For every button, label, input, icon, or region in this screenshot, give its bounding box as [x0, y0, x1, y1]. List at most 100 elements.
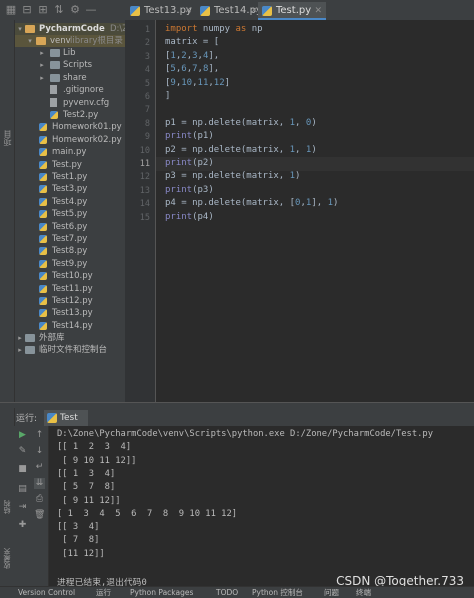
chevron-right-icon[interactable]: ▸ [38, 47, 46, 59]
structure-side-label[interactable]: 结构 [2, 500, 12, 514]
console-line: [ 9 10 11 12]] [57, 455, 137, 466]
tree-root[interactable]: ▾ PycharmCode D:\Zone [14, 23, 125, 35]
status-version-control[interactable]: Version Control [18, 587, 75, 598]
file-icon [50, 85, 57, 95]
tree-item[interactable]: Test11.py [14, 283, 125, 295]
tree-item[interactable]: Test10.py [14, 270, 125, 282]
code-line-10[interactable]: p2 = np.delete(matrix, 1, 1) [165, 145, 317, 155]
tree-scratches[interactable]: ▸ 临时文件和控制台 [14, 344, 125, 356]
tree-item[interactable]: Test6.py [14, 221, 125, 233]
chevron-down-icon[interactable]: ▾ [26, 35, 34, 47]
library-icon [25, 334, 35, 342]
status-problems[interactable]: 问题 [324, 587, 339, 598]
code-line-8[interactable]: p1 = np.delete(matrix, 1, 0) [165, 118, 317, 128]
arrow-down-icon[interactable]: ↓ [34, 446, 45, 457]
close-icon[interactable]: ✕ [250, 2, 258, 20]
status-terminal[interactable]: 终端 [356, 587, 371, 598]
root-path: D:\Zone [110, 24, 125, 34]
layout-icon[interactable]: ▤ [17, 484, 28, 495]
project-side-bar[interactable]: 项目 [0, 20, 15, 402]
code-line-6[interactable]: ] [165, 91, 170, 101]
python-file-icon [50, 111, 58, 119]
login-icon[interactable]: ⇥ [17, 502, 28, 513]
settings-gear-icon[interactable]: ⚙ [68, 3, 82, 17]
status-python-console[interactable]: Python 控制台 [252, 587, 303, 598]
rerun-icon[interactable]: ▶ [17, 430, 28, 441]
tree-item[interactable]: Test7.py [14, 233, 125, 245]
tree-item[interactable]: pyvenv.cfg [14, 97, 125, 109]
print-icon[interactable]: ⎙ [34, 494, 45, 505]
tree-item[interactable]: Homework02.py [14, 134, 125, 146]
close-icon[interactable]: ✕ [314, 2, 322, 20]
code-line-13[interactable]: print(p3) [165, 185, 214, 195]
tree-item-label: share [63, 72, 87, 83]
hide-panel-icon[interactable]: — [84, 3, 98, 17]
tree-item[interactable]: .gitignore [14, 84, 125, 96]
code-line-5[interactable]: [9,10,11,12] [165, 78, 230, 88]
tab-label: Test.py [276, 5, 312, 16]
line-number: 9 [144, 132, 150, 143]
scroll-to-end-icon[interactable]: ⇊ [34, 478, 45, 489]
chevron-right-icon[interactable]: ▸ [38, 72, 46, 84]
code-line-9[interactable]: print(p1) [165, 131, 214, 141]
expand-all-icon[interactable]: ⊞ [36, 3, 50, 17]
run-console[interactable]: D:\Zone\PycharmCode\venv\Scripts\python.… [49, 426, 474, 588]
arrow-up-icon[interactable]: ↑ [34, 430, 45, 441]
wrench-icon[interactable]: ✎ [17, 446, 28, 457]
project-side-label: 项目 [3, 130, 12, 146]
tree-item[interactable]: Test9.py [14, 258, 125, 270]
close-icon[interactable]: ✕ [184, 2, 192, 20]
tree-item[interactable]: Test1.py [14, 171, 125, 183]
tree-item[interactable]: Homework01.py [14, 121, 125, 133]
code-line-12[interactable]: p3 = np.delete(matrix, 1) [165, 171, 300, 181]
chevron-right-icon[interactable]: ▸ [16, 332, 24, 344]
tree-item[interactable]: Test4.py [14, 196, 125, 208]
tab-test14[interactable]: Test14.py ✕ [196, 2, 262, 20]
bookmarks-side-label[interactable]: 收藏夹 [2, 548, 12, 569]
tree-external-libs[interactable]: ▸ 外部库 [14, 332, 125, 344]
tree-item[interactable]: Test14.py [14, 320, 125, 332]
python-file-icon [39, 210, 47, 219]
code-editor[interactable]: import numpy as np matrix = [ [1,2,3,4],… [156, 20, 474, 402]
status-python-packages[interactable]: Python Packages [130, 587, 193, 598]
left-tool-strip: 结构 收藏夹 [0, 408, 15, 586]
line-number: 10 [139, 145, 150, 156]
code-line-2[interactable]: matrix = [ [165, 37, 219, 47]
code-line-1[interactable]: import numpy as np [165, 24, 263, 34]
code-line-11[interactable]: print(p2) [165, 158, 214, 168]
pin-icon[interactable]: ✚ [17, 520, 28, 531]
tree-item[interactable]: ▸ Scripts [14, 59, 125, 71]
line-number: 11 [139, 159, 150, 169]
scratches-label: 临时文件和控制台 [39, 345, 108, 355]
tree-item[interactable]: ▸ Lib [14, 47, 125, 59]
python-file-icon [39, 247, 47, 256]
sort-icon[interactable]: ⇅ [52, 3, 66, 17]
tree-item[interactable]: Test5.py [14, 208, 125, 220]
code-line-14[interactable]: p4 = np.delete(matrix, [0,1], 1) [165, 198, 338, 208]
project-view-icon[interactable]: ▦ [4, 3, 18, 17]
tree-item[interactable]: Test13.py [14, 307, 125, 319]
stop-icon[interactable]: ■ [17, 464, 28, 475]
status-todo[interactable]: TODO [216, 587, 238, 598]
chevron-right-icon[interactable]: ▸ [38, 59, 46, 71]
tree-item[interactable]: Test.py [14, 159, 125, 171]
tree-item[interactable]: Test2.py [14, 109, 125, 121]
code-line-3[interactable]: [1,2,3,4], [165, 51, 219, 61]
code-line-15[interactable]: print(p4) [165, 212, 214, 222]
trash-icon[interactable]: 🗑 [34, 510, 45, 521]
status-run[interactable]: 运行 [96, 587, 111, 598]
tree-item[interactable]: Test8.py [14, 245, 125, 257]
soft-wrap-icon[interactable]: ↵ [34, 462, 45, 473]
python-file-icon [39, 197, 47, 206]
tab-test13[interactable]: Test13.py ✕ [126, 2, 196, 20]
tree-item[interactable]: Test12.py [14, 295, 125, 307]
tab-test[interactable]: Test.py ✕ [258, 2, 326, 20]
tree-item[interactable]: Test3.py [14, 183, 125, 195]
chevron-down-icon[interactable]: ▾ [16, 23, 24, 35]
tree-item[interactable]: main.py [14, 146, 125, 158]
collapse-all-icon[interactable]: ⊟ [20, 3, 34, 17]
tree-item[interactable]: ▸ share [14, 72, 125, 84]
tree-venv[interactable]: ▾ venv library根目录 [14, 35, 125, 47]
code-line-4[interactable]: [5,6,7,8], [165, 64, 219, 74]
chevron-right-icon[interactable]: ▸ [16, 344, 24, 356]
